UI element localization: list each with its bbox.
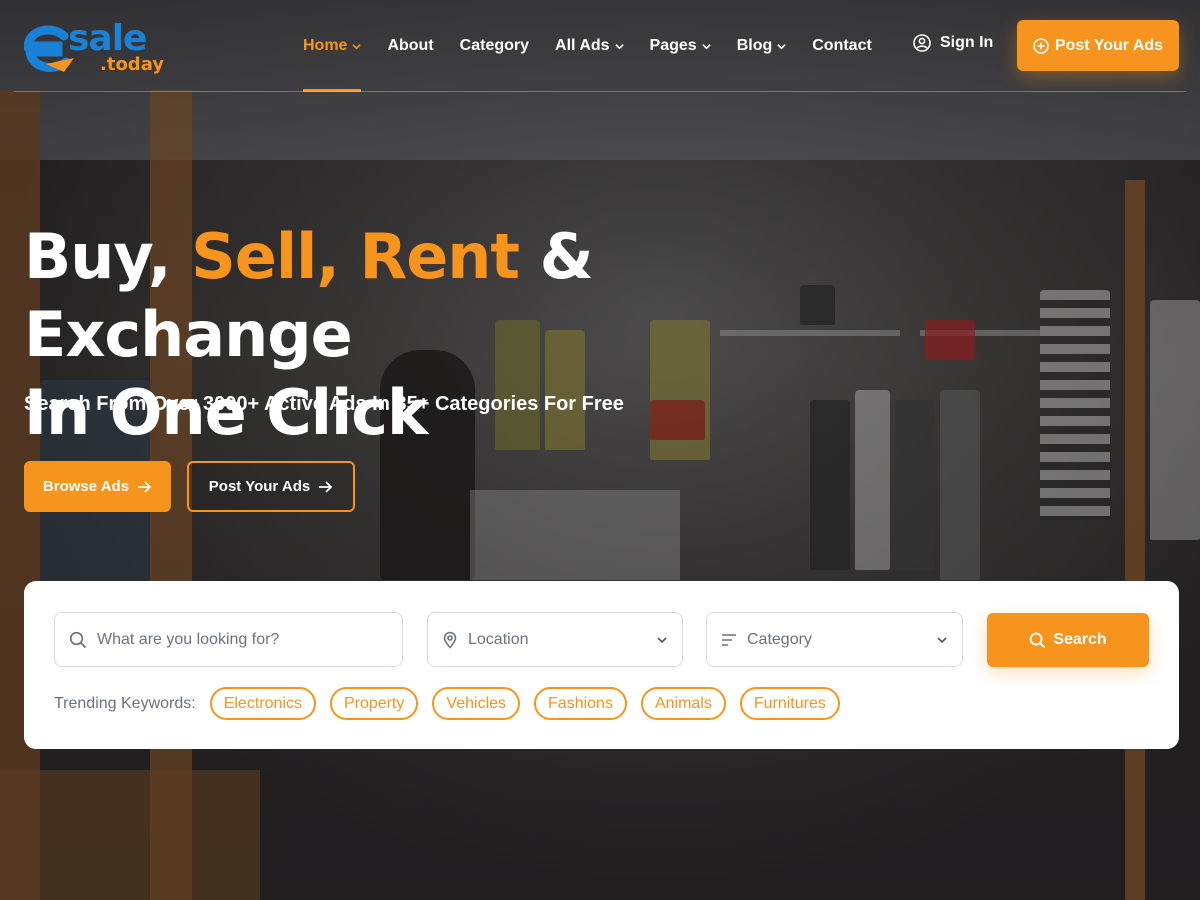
user-circle-icon	[913, 34, 931, 52]
sign-in-link[interactable]: Sign In	[913, 34, 993, 52]
category-value: Category	[747, 630, 812, 648]
nav-item-home[interactable]: Home	[303, 34, 362, 92]
nav-label: Contact	[812, 37, 872, 54]
trending-chip[interactable]: Furnitures	[739, 687, 840, 720]
hero-subtitle: Search From Over 3000+ Active Ads In 35+…	[24, 393, 624, 415]
sign-in-label: Sign In	[940, 34, 994, 51]
post-ads-hero-button[interactable]: Post Your Ads	[187, 461, 355, 512]
logo-word: sale	[68, 18, 147, 59]
category-select[interactable]: Category	[706, 612, 963, 667]
chevron-down-icon	[352, 43, 362, 49]
search-icon	[69, 631, 87, 648]
location-select[interactable]: Location	[427, 612, 683, 667]
hero-title-highlight: Sell, Rent	[191, 220, 520, 293]
post-ads-header-button[interactable]: Post Your Ads	[1017, 20, 1179, 71]
nav-label: About	[387, 37, 434, 54]
post-ads-hero-label: Post Your Ads	[208, 478, 311, 495]
trending-chip[interactable]: Fashions	[534, 687, 627, 720]
hero-title-part1: Buy,	[24, 220, 192, 293]
logo-mark-icon	[24, 25, 74, 72]
browse-ads-label: Browse Ads	[42, 478, 130, 495]
trending-chip[interactable]: Animals	[640, 687, 726, 720]
nav-item-pages[interactable]: Pages	[650, 34, 711, 58]
nav-item-category[interactable]: Category	[460, 34, 529, 58]
chevron-down-icon	[777, 43, 786, 49]
nav-item-about[interactable]: About	[387, 34, 433, 58]
trending-label: Trending Keywords:	[54, 694, 196, 712]
chevron-down-icon	[657, 637, 667, 644]
keyword-field[interactable]	[54, 612, 403, 667]
filter-lines-icon	[722, 633, 736, 646]
nav-label: Blog	[736, 37, 773, 54]
trending-chip[interactable]: Electronics	[209, 687, 316, 720]
post-ads-label: Post Your Ads	[1054, 36, 1164, 54]
trending-chip[interactable]: Vehicles	[432, 687, 521, 720]
main-nav: Home About Category All Ads Pages Blog C…	[303, 34, 898, 92]
trending-keywords: Trending Keywords: Electronics Property …	[54, 687, 854, 720]
browse-ads-button[interactable]: Browse Ads	[24, 461, 171, 512]
nav-item-all-ads[interactable]: All Ads	[555, 34, 624, 58]
chevron-down-icon	[614, 43, 624, 49]
trending-chip[interactable]: Property	[329, 687, 419, 720]
site-header: sale .today Home About Category All Ads …	[0, 0, 1200, 92]
nav-label: Category	[459, 37, 530, 54]
arrow-right-icon	[138, 480, 152, 493]
search-button[interactable]: Search	[987, 613, 1149, 667]
nav-item-blog[interactable]: Blog	[737, 34, 787, 58]
logo-sub: .today	[100, 54, 165, 75]
nav-label: Home	[303, 37, 348, 54]
location-value: Location	[468, 630, 529, 648]
search-icon	[1029, 632, 1046, 648]
search-panel: Location Category Search Trending Keywor…	[24, 581, 1179, 749]
map-pin-icon	[443, 631, 457, 649]
chevron-down-icon	[702, 43, 711, 49]
plus-circle-icon	[1033, 37, 1049, 54]
hero-title: Buy, Sell, Rent & Exchange In One Click	[24, 218, 924, 452]
logo[interactable]: sale .today	[24, 18, 174, 76]
chevron-down-icon	[937, 637, 947, 644]
nav-label: Pages	[649, 37, 697, 54]
nav-label: All Ads	[555, 37, 610, 54]
header-divider	[14, 91, 1186, 92]
search-button-label: Search	[1053, 631, 1107, 648]
arrow-right-icon	[319, 480, 333, 493]
search-input[interactable]	[97, 630, 377, 649]
nav-item-contact[interactable]: Contact	[812, 34, 872, 58]
